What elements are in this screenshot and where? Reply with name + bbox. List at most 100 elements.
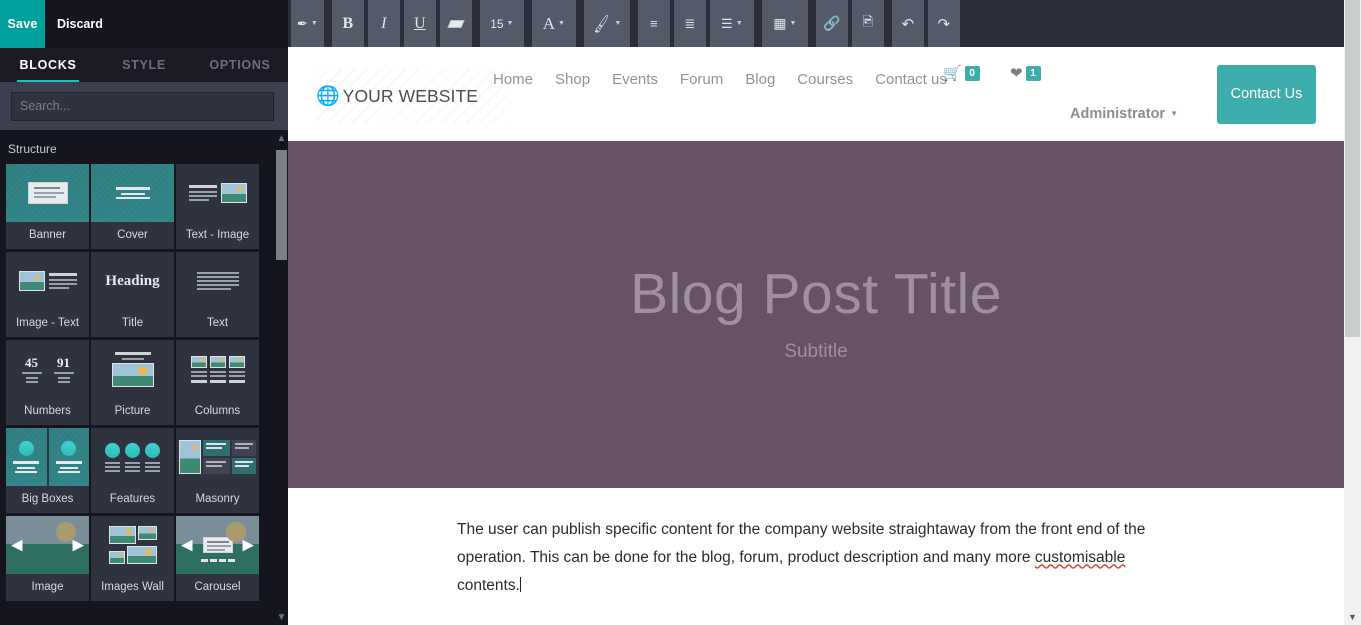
title-thumb: Heading	[91, 252, 174, 310]
logo-text: YOUR WEBSITE	[342, 85, 479, 106]
website-preview: 🌐 YOUR WEBSITE Home Shop Events Forum Bl…	[288, 47, 1344, 625]
body-text-part2: contents.	[457, 577, 520, 595]
nav-item-shop[interactable]: Shop	[555, 71, 590, 88]
toolbar-group-lists: ≡ ≣ ☰ ▼	[637, 0, 754, 47]
nav-item-home[interactable]: Home	[493, 71, 533, 88]
font-color-button[interactable]: A ▼	[531, 0, 576, 47]
wishlist-widget[interactable]: ❤ 1	[1010, 64, 1041, 82]
block-images-wall[interactable]: Images Wall	[91, 516, 174, 601]
save-discard-bar: Save Discard	[0, 0, 288, 48]
browser-scrollbar[interactable]: ▼	[1344, 0, 1361, 625]
picture-thumb	[91, 340, 174, 398]
style-magic-wand-icon[interactable]: ✒ ▼	[291, 0, 324, 47]
block-text[interactable]: Text	[176, 252, 259, 337]
block-numbers[interactable]: 45 91 Numbers	[6, 340, 89, 425]
bold-button[interactable]: B	[331, 0, 364, 47]
block-carousel[interactable]: ◀ ▶ Carousel	[176, 516, 259, 601]
scroll-down-icon[interactable]: ▼	[275, 609, 288, 625]
scroll-up-icon[interactable]: ▲	[275, 130, 288, 146]
image-text-thumb	[6, 252, 89, 310]
masonry-thumb	[176, 428, 259, 486]
block-picture[interactable]: Picture	[91, 340, 174, 425]
panel-scroll-track[interactable]	[276, 146, 287, 609]
block-cover[interactable]: Cover	[91, 164, 174, 249]
carousel-dots	[176, 549, 259, 567]
underline-button[interactable]: U	[403, 0, 436, 47]
toolbar-group-style: ✒ ▼	[291, 0, 324, 47]
numbered-list-icon[interactable]: ≣	[673, 0, 706, 47]
font-size-select[interactable]: 15 ▼	[479, 0, 524, 47]
paintbrush-icon[interactable]: 🖌 ▼	[583, 0, 630, 47]
image-thumb: ◀ ▶	[6, 516, 89, 574]
nav-item-contact-us[interactable]: Contact us	[875, 71, 947, 88]
toolbar-group-table: ▦ ▼	[761, 0, 808, 47]
discard-button[interactable]: Discard	[45, 0, 117, 48]
toolbar-group-history: ↶ ↷	[891, 0, 960, 47]
nav-item-blog[interactable]: Blog	[745, 71, 775, 88]
blog-post-banner[interactable]: Blog Post Title Subtitle	[288, 141, 1344, 488]
bullet-list-icon[interactable]: ≡	[637, 0, 670, 47]
features-thumb	[91, 428, 174, 486]
remove-format-eraser-icon[interactable]	[439, 0, 472, 47]
contact-us-cta-button[interactable]: Contact Us	[1217, 65, 1316, 124]
nav-item-forum[interactable]: Forum	[680, 71, 723, 88]
site-header: 🌐 YOUR WEBSITE Home Shop Events Forum Bl…	[288, 47, 1344, 141]
page-title[interactable]: Blog Post Title	[630, 266, 1002, 323]
tab-style[interactable]: STYLE	[96, 48, 192, 82]
align-button[interactable]: ☰ ▼	[709, 0, 754, 47]
block-columns[interactable]: Columns	[176, 340, 259, 425]
misspelled-word: customisable	[1034, 549, 1126, 567]
save-button[interactable]: Save	[0, 0, 45, 48]
image-icon[interactable]: 🖻	[851, 0, 884, 47]
panel-tabs: BLOCKS STYLE OPTIONS	[0, 48, 288, 82]
wishlist-count-badge: 1	[1025, 65, 1041, 81]
block-title[interactable]: Heading Title	[91, 252, 174, 337]
shopping-cart-icon: 🛒	[943, 65, 962, 82]
panel-scrollbar[interactable]: ▲ ▼	[275, 130, 288, 625]
block-image[interactable]: ◀ ▶ Image	[6, 516, 89, 601]
blocks-section-label: Structure	[8, 142, 57, 156]
numbers-thumb: 45 91	[6, 340, 89, 398]
website-builder-panel: Save Discard BLOCKS STYLE OPTIONS Struct…	[0, 0, 288, 625]
chevron-down-icon: ▼	[1170, 109, 1178, 118]
block-masonry[interactable]: Masonry	[176, 428, 259, 513]
text-cursor	[519, 577, 521, 593]
search-bar	[0, 82, 288, 130]
chevron-down-icon: ▼	[558, 20, 565, 27]
text-thumb	[176, 252, 259, 310]
user-menu[interactable]: Administrator ▼	[1070, 106, 1178, 122]
browser-scroll-thumb[interactable]	[1345, 0, 1360, 337]
page-subtitle[interactable]: Subtitle	[784, 341, 847, 363]
italic-button[interactable]: I	[367, 0, 400, 47]
cart-count-badge: 0	[964, 65, 980, 81]
chevron-down-icon: ▼	[310, 20, 318, 27]
cart-widget[interactable]: 🛒 0	[943, 64, 980, 82]
site-logo[interactable]: 🌐 YOUR WEBSITE	[316, 69, 506, 123]
block-banner[interactable]: Banner	[6, 164, 89, 249]
cover-thumb	[91, 164, 174, 222]
tab-options[interactable]: OPTIONS	[192, 48, 288, 82]
chevron-down-icon: ▼	[789, 20, 797, 27]
block-big-boxes[interactable]: Big Boxes	[6, 428, 89, 513]
link-icon[interactable]: 🔗	[815, 0, 848, 47]
block-text-image[interactable]: Text - Image	[176, 164, 259, 249]
user-menu-label: Administrator	[1070, 106, 1166, 122]
table-icon[interactable]: ▦ ▼	[761, 0, 808, 47]
panel-scroll-thumb[interactable]	[276, 150, 287, 260]
numbers-thumb-first: 45	[25, 354, 38, 370]
toolbar-group-format: B I U	[331, 0, 472, 47]
scroll-down-icon[interactable]: ▼	[1344, 608, 1361, 625]
text-edit-toolbar: ✒ ▼ B I U 15 ▼ A ▼ 🖌 ▼ ≡ ≣ ☰ ▼ ▦ ▼ 🔗 🖻 ↶…	[288, 0, 1361, 47]
nav-item-events[interactable]: Events	[612, 71, 658, 88]
toolbar-group-fontcolor: A ▼	[531, 0, 576, 47]
blocks-list[interactable]: Structure Banner Cover Text - Image Imag…	[0, 130, 288, 625]
search-input[interactable]	[11, 91, 274, 121]
block-image-text[interactable]: Image - Text	[6, 252, 89, 337]
redo-icon[interactable]: ↷	[927, 0, 960, 47]
nav-item-courses[interactable]: Courses	[797, 71, 853, 88]
undo-icon[interactable]: ↶	[891, 0, 924, 47]
body-paragraph[interactable]: The user can publish specific content fo…	[457, 516, 1149, 601]
block-features[interactable]: Features	[91, 428, 174, 513]
tab-blocks[interactable]: BLOCKS	[0, 48, 96, 82]
chevron-down-icon: ▼	[506, 20, 514, 27]
